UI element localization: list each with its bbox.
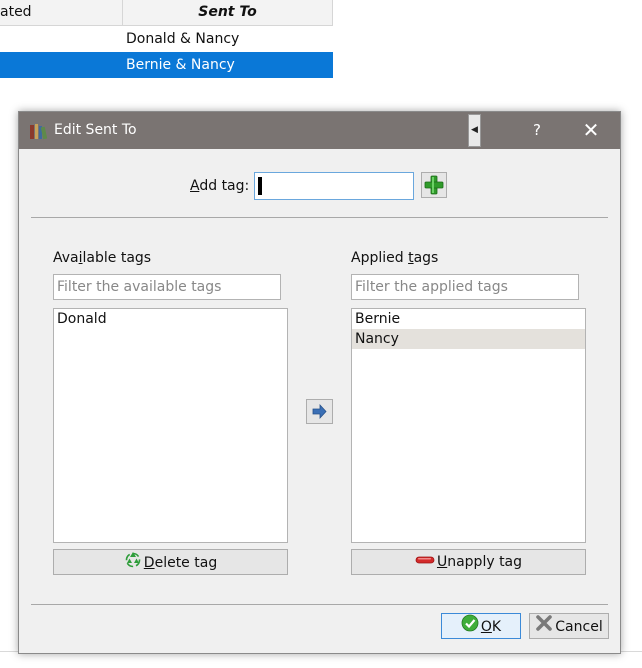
red-minus-icon: [415, 550, 435, 574]
table-row-selected[interactable]: Bernie & Nancy: [0, 52, 333, 78]
add-tag-button[interactable]: [421, 172, 447, 198]
help-button[interactable]: ?: [525, 112, 549, 149]
books-icon: [29, 122, 48, 140]
right-arrow-icon: [312, 403, 327, 420]
text-cursor: [258, 177, 262, 195]
edit-sent-to-dialog: Edit Sent To ◀ ? ✕ Add tag: Available ta…: [18, 111, 621, 654]
resize-grip-handle[interactable]: ◀: [468, 114, 481, 147]
table-row[interactable]: Donald & Nancy: [0, 26, 333, 52]
list-item-highlighted[interactable]: Nancy: [352, 329, 585, 349]
recycle-icon: [124, 550, 142, 576]
column-header-sent-to[interactable]: Sent To: [123, 0, 333, 25]
add-tag-input[interactable]: [254, 172, 414, 200]
filter-available-tags-input[interactable]: Filter the available tags: [53, 274, 281, 300]
list-item[interactable]: Bernie: [352, 309, 585, 329]
table-cell-sent-to: Bernie & Nancy: [126, 57, 235, 73]
ok-button[interactable]: OK: [441, 613, 521, 639]
cancel-button[interactable]: Cancel: [529, 613, 609, 639]
applied-tags-heading: Applied tags: [351, 250, 439, 266]
dialog-title: Edit Sent To: [54, 122, 137, 138]
table-cell-sent-to: Donald & Nancy: [126, 31, 240, 47]
left-arrow-icon: ◀: [471, 125, 478, 135]
green-plus-icon: [424, 175, 444, 195]
dialog-titlebar[interactable]: Edit Sent To ◀ ? ✕: [19, 112, 620, 149]
close-button[interactable]: ✕: [579, 112, 603, 149]
separator: [31, 604, 608, 605]
cancel-x-icon: [535, 614, 553, 640]
separator: [31, 217, 608, 218]
filter-applied-tags-input[interactable]: Filter the applied tags: [351, 274, 579, 300]
table-header: ated Sent To: [0, 0, 333, 26]
applied-tags-list[interactable]: Bernie Nancy: [351, 308, 586, 543]
list-item[interactable]: Donald: [54, 309, 287, 329]
column-header-created[interactable]: ated: [0, 0, 123, 25]
add-tag-label: Add tag:: [190, 178, 250, 194]
apply-tag-button[interactable]: [306, 399, 333, 424]
available-tags-heading: Available tags: [53, 250, 152, 266]
delete-tag-button[interactable]: Delete tag: [53, 549, 288, 575]
unapply-tag-button[interactable]: Unapply tag: [351, 549, 586, 575]
green-check-icon: [461, 614, 479, 640]
available-tags-list[interactable]: Donald: [53, 308, 288, 543]
